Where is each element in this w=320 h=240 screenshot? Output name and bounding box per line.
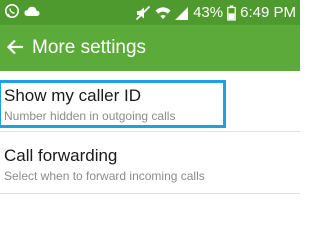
status-bar: 43% 6:49 PM: [0, 0, 300, 25]
list-divider: [0, 193, 300, 194]
whatsapp-icon: [5, 4, 19, 18]
clock: 6:49 PM: [240, 4, 296, 21]
page-title: More settings: [32, 37, 147, 58]
setting-title: Show my caller ID: [4, 86, 141, 105]
battery-icon: [227, 5, 236, 21]
back-arrow-icon[interactable]: [6, 37, 26, 57]
mute-icon: [135, 5, 151, 20]
setting-subtitle: Select when to forward incoming calls: [4, 169, 205, 183]
setting-show-caller-id[interactable]: Show my caller ID Number hidden in outgo…: [0, 71, 300, 131]
cloud-icon: [24, 6, 40, 16]
setting-call-forwarding[interactable]: Call forwarding Select when to forward i…: [0, 131, 300, 191]
status-right-area: 43% 6:49 PM: [135, 0, 296, 25]
wifi-icon: [155, 6, 171, 19]
setting-title: Call forwarding: [4, 146, 118, 165]
settings-list: Show my caller ID Number hidden in outgo…: [0, 71, 300, 191]
signal-icon: [175, 6, 189, 20]
setting-subtitle: Number hidden in outgoing calls: [4, 109, 176, 123]
app-bar: More settings: [0, 25, 300, 71]
battery-level: 43%: [193, 4, 224, 21]
